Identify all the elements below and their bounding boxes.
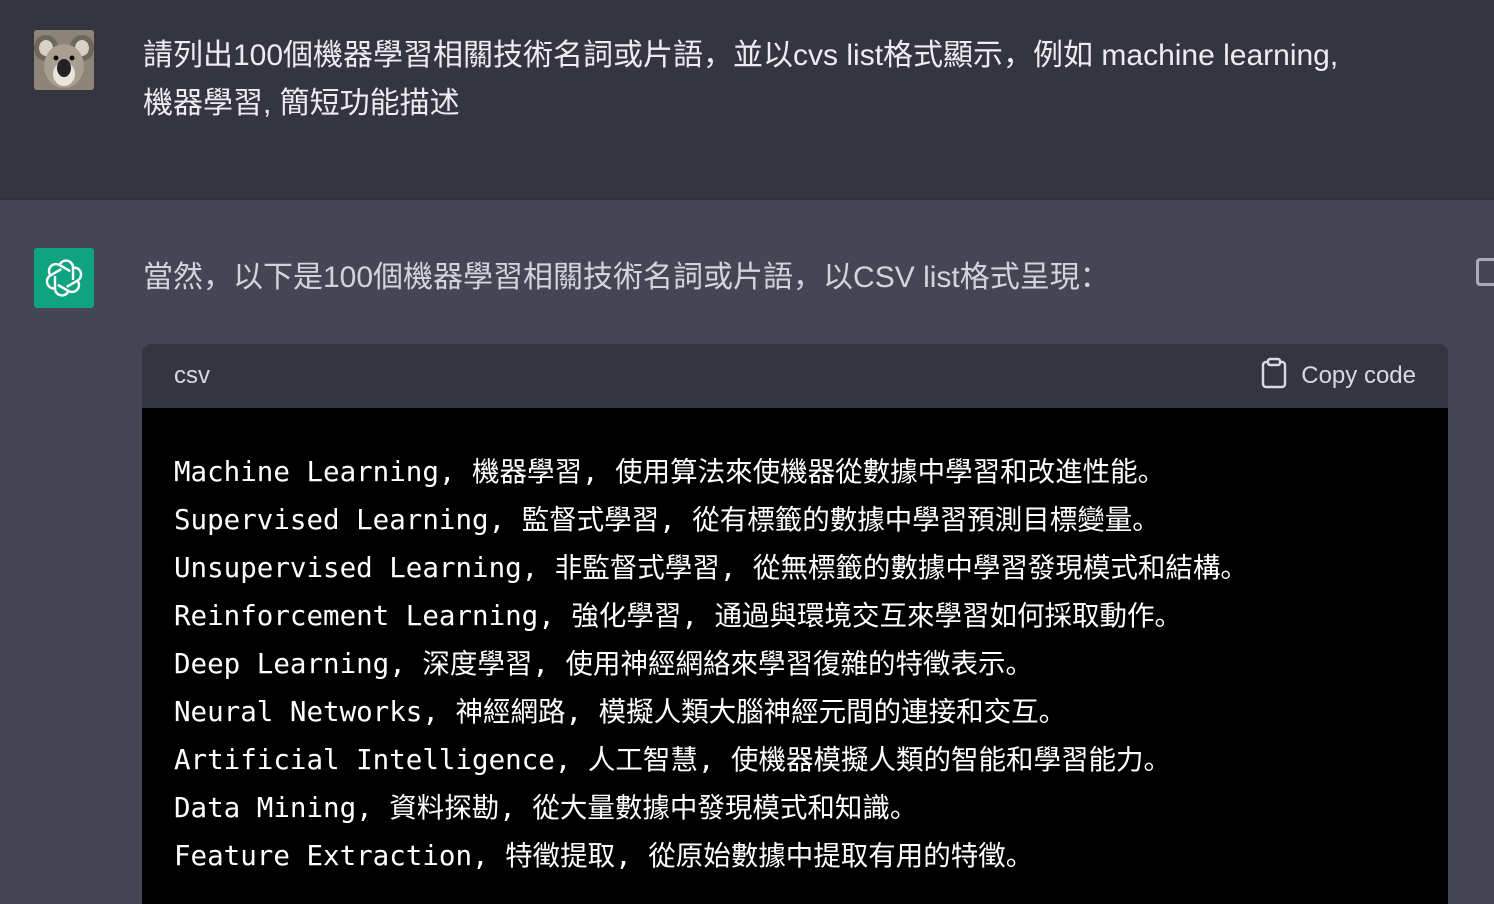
code-language-label: csv: [174, 362, 210, 389]
user-message-row: 請列出100個機器學習相關技術名詞或片語，並以cvs list格式顯示，例如 m…: [0, 0, 1494, 200]
code-block-header: csv Copy code: [142, 344, 1448, 408]
koala-avatar-icon: [34, 30, 94, 90]
user-message-line-1: 請列出100個機器學習相關技術名詞或片語，並以cvs list格式顯示，例如 m…: [143, 39, 1339, 72]
code-line: Supervised Learning, 監督式學習, 從有標籤的數據中學習預測…: [174, 504, 1160, 536]
code-line: Artificial Intelligence, 人工智慧, 使機器模擬人類的智…: [174, 744, 1172, 776]
user-message: 請列出100個機器學習相關技術名詞或片語，並以cvs list格式顯示，例如 m…: [143, 32, 1443, 128]
copy-code-label: Copy code: [1301, 362, 1416, 389]
copy-code-button[interactable]: Copy code: [1261, 357, 1416, 396]
code-line: Neural Networks, 神經網路, 模擬人類大腦神經元間的連接和交互。: [174, 696, 1067, 728]
clipboard-icon[interactable]: [1476, 258, 1494, 286]
code-line: Unsupervised Learning, 非監督式學習, 從無標籤的數據中學…: [174, 552, 1248, 584]
code-line: Data Mining, 資料探勘, 從大量數據中發現模式和知識。: [174, 792, 918, 824]
code-line: Deep Learning, 深度學習, 使用神經網絡來學習復雜的特徵表示。: [174, 648, 1033, 680]
clipboard-icon: [1261, 357, 1287, 396]
code-line: Feature Extraction, 特徵提取, 從原始數據中提取有用的特徵。: [174, 840, 1034, 872]
openai-logo-icon: [34, 248, 94, 308]
assistant-message-row: 當然，以下是100個機器學習相關技術名詞或片語，以CSV list格式呈現： c…: [0, 200, 1494, 904]
code-block: csv Copy code Machine Learning, 機器學習, 使用…: [142, 344, 1448, 904]
user-message-line-2: 機器學習, 簡短功能描述: [143, 87, 460, 120]
code-line: Reinforcement Learning, 強化學習, 通過與環境交互來學習…: [174, 600, 1182, 632]
code-line: Machine Learning, 機器學習, 使用算法來使機器從數據中學習和改…: [174, 456, 1166, 488]
assistant-intro-text: 當然，以下是100個機器學習相關技術名詞或片語，以CSV list格式呈現：: [143, 261, 1110, 294]
code-content: Machine Learning, 機器學習, 使用算法來使機器從數據中學習和改…: [142, 408, 1448, 880]
